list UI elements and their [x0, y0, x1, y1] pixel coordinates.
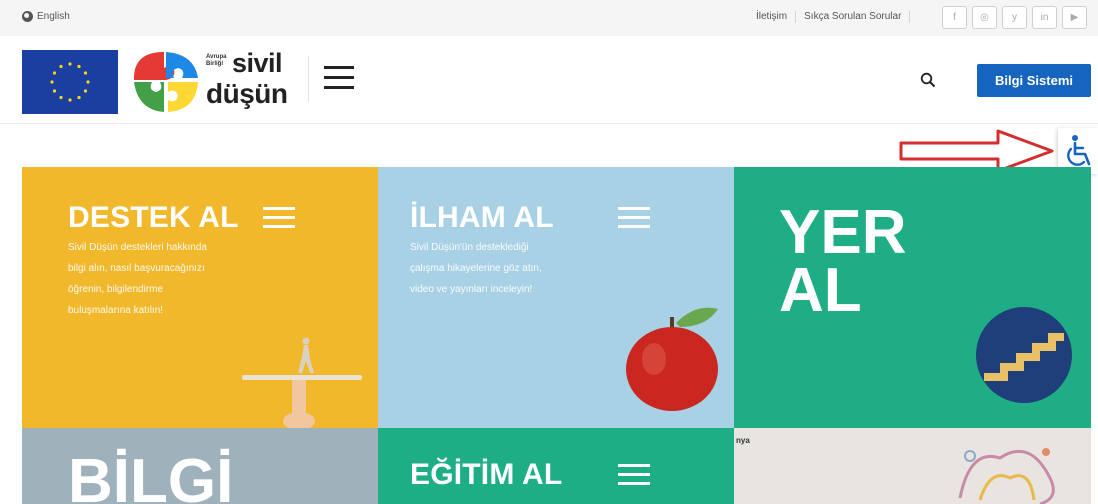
tile-bilgi[interactable]: BİLGİ [22, 428, 378, 504]
search-icon[interactable] [920, 72, 936, 88]
tile-egitim-al[interactable]: EĞİTİM AL [378, 428, 734, 504]
tile-ilham-al[interactable]: İLHAM AL Sivil Düşün'ün desteklediği çal… [378, 167, 734, 428]
contact-link[interactable]: İletişim [756, 11, 797, 23]
main-menu-icon[interactable] [324, 66, 354, 90]
illustration-hand-balance [242, 337, 362, 428]
sivil-dusun-wordmark[interactable]: Avrupa Birliği sivil düşün [206, 48, 300, 112]
logo-line-dusun: düşün [206, 78, 288, 109]
sivil-dusun-puzzle-logo[interactable] [130, 48, 202, 116]
logo-line-sivil: sivil [232, 48, 283, 78]
header-divider [308, 56, 309, 102]
tile-title-line1: YER [779, 198, 907, 267]
tile-illustration[interactable]: nya [734, 428, 1091, 504]
tile-description: Sivil Düşün destekleri hakkında bilgi al… [68, 242, 207, 316]
tile-title: DESTEK AL [68, 201, 239, 234]
tile-description: Sivil Düşün'ün desteklediği çalışma hika… [410, 242, 542, 295]
tile-title: EĞİTİM AL [410, 458, 563, 491]
tile-title: BİLGİ [68, 447, 234, 504]
bilgi-sistemi-button[interactable]: Bilgi Sistemi [977, 64, 1091, 97]
faq-link[interactable]: Sıkça Sorulan Sorular [796, 11, 911, 23]
social-links: f ◎ y in ▶ [942, 6, 1087, 29]
youtube-icon[interactable]: ▶ [1062, 6, 1087, 29]
logo-eu-label: Avrupa Birliği [206, 54, 227, 67]
language-switcher[interactable]: English [22, 11, 70, 22]
linkedin-icon[interactable]: in [1032, 6, 1057, 29]
tile-title-line2: AL [779, 256, 862, 325]
top-links: İletişim Sıkça Sorulan Sorular [756, 11, 911, 23]
illustration-apple [626, 307, 718, 411]
tile-yer-al[interactable]: YER AL [734, 167, 1091, 428]
instagram-icon[interactable]: ◎ [972, 6, 997, 29]
globe-icon [22, 11, 33, 22]
twitter-icon[interactable]: y [1002, 6, 1027, 29]
tile-menu-icon[interactable] [618, 207, 650, 229]
facebook-icon[interactable]: f [942, 6, 967, 29]
tile-title: İLHAM AL [410, 201, 554, 234]
tile-destek-al[interactable]: DESTEK AL Sivil Düşün destekleri hakkınd… [22, 167, 378, 428]
top-utility-bar: English İletişim Sıkça Sorulan Sorular f… [0, 0, 1098, 36]
tile-menu-icon[interactable] [618, 464, 650, 486]
tile-caption-fragment: nya [736, 436, 750, 445]
illustration-stairs-circle [976, 307, 1072, 403]
eu-flag-logo[interactable] [22, 50, 118, 114]
illustration-doodle [958, 448, 1055, 504]
language-label: English [37, 11, 70, 22]
tile-menu-icon[interactable] [263, 207, 295, 229]
